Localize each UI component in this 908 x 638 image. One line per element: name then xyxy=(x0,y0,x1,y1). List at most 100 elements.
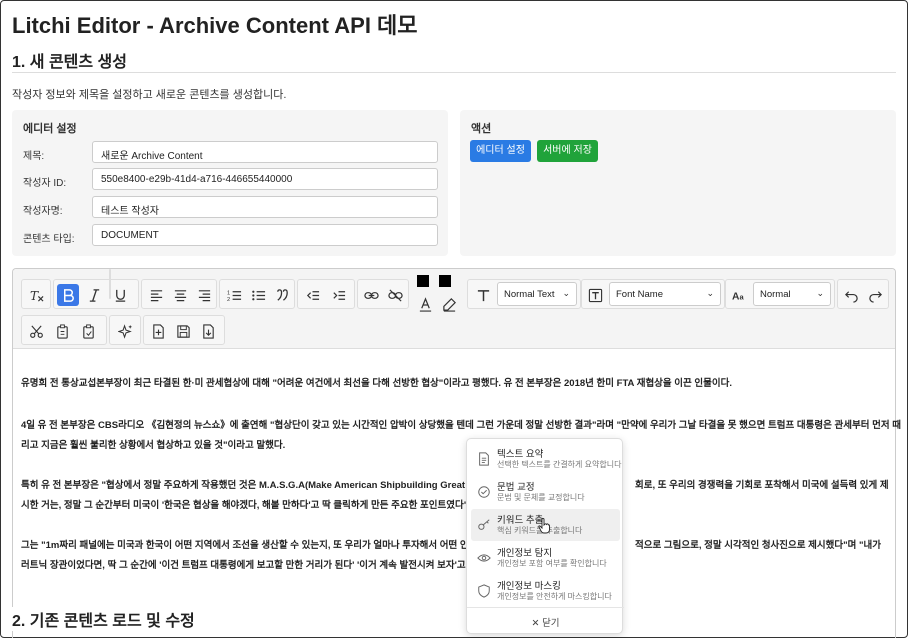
ai-group-box xyxy=(109,315,141,345)
svg-text:1: 1 xyxy=(227,290,230,296)
text-type-icon xyxy=(472,284,494,306)
svg-text:2: 2 xyxy=(227,297,230,303)
paragraph-3-line-1: 특히 유 전 본부장은 "협상에서 정말 주요하게 작용했던 것은 M.A.S.… xyxy=(21,480,466,491)
author-id-label: 작성자 ID: xyxy=(23,178,67,189)
sparkle-icon[interactable] xyxy=(114,320,136,342)
text-style-group xyxy=(53,279,139,309)
svg-text:T: T xyxy=(29,289,38,303)
paragraph-3-line-2: 시한 거는, 정말 그 순간부터 미국이 '한국은 협상을 해야겠다, 해볼 만… xyxy=(21,500,477,511)
align-left-icon[interactable] xyxy=(145,284,167,306)
align-center-icon[interactable] xyxy=(169,284,191,306)
editor-toolbar: T 1 2 Normal Text ⌄ Font Name ⌄ A a Norm… xyxy=(13,269,895,349)
quote-icon[interactable] xyxy=(271,284,293,306)
indent-group xyxy=(297,279,355,309)
title-input[interactable]: 새로운 Archive Content xyxy=(92,141,438,163)
bullet-list-icon[interactable] xyxy=(247,284,269,306)
menu-item-description: 개인정보를 안전하게 마스킹합니다 xyxy=(497,592,612,601)
menu-item-summarize[interactable]: 텍스트 요약 선택한 텍스트를 간결하게 요약합니다 xyxy=(471,443,622,475)
key-icon xyxy=(478,519,490,530)
document-icon xyxy=(479,452,489,466)
redo-icon[interactable] xyxy=(864,284,886,306)
chevron-down-icon: ⌄ xyxy=(706,288,714,298)
font-family-icon xyxy=(584,284,606,306)
section1-divider xyxy=(12,72,896,73)
highlight-color-swatch[interactable] xyxy=(439,275,451,287)
menu-item-description: 개인정보 포함 여부를 확인합니다 xyxy=(497,559,607,568)
menu-item-title: 문법 교정 xyxy=(497,482,535,493)
block-type-value: Normal Text xyxy=(504,289,555,300)
menu-item-pii-detect[interactable]: 개인정보 탐지 개인정보 포함 여부를 확인합니다 xyxy=(471,542,620,574)
menu-item-title: 키워드 추출 xyxy=(497,515,544,526)
ai-group xyxy=(109,269,111,299)
copy-icon[interactable] xyxy=(51,320,73,342)
align-right-icon[interactable] xyxy=(193,284,215,306)
content-type-label: 콘텐츠 타입: xyxy=(23,234,75,245)
chevron-down-icon: ⌄ xyxy=(816,288,824,298)
page-title: Litchi Editor - Archive Content API 데모 xyxy=(12,13,418,38)
content-type-input[interactable]: DOCUMENT xyxy=(92,224,438,246)
ordered-list-icon[interactable]: 12 xyxy=(223,284,245,306)
clear-formatting-icon[interactable]: T xyxy=(25,284,47,306)
menu-item-pii-mask[interactable]: 개인정보 마스킹 개인정보를 안전하게 마스킹합니다 xyxy=(471,575,620,607)
highlighter-icon[interactable] xyxy=(438,293,460,315)
menu-item-grammar[interactable]: 문법 교정 문법 및 문체를 교정합니다 xyxy=(471,476,620,508)
svg-text:a: a xyxy=(739,292,744,301)
file-group xyxy=(143,315,225,345)
editor-settings-panel: 에디터 설정 제목: 새로운 Archive Content 작성자 ID: 5… xyxy=(12,110,448,256)
block-type-select[interactable]: Normal Text ⌄ xyxy=(497,282,577,306)
paste-icon[interactable] xyxy=(77,320,99,342)
list-group: 12 xyxy=(219,279,295,309)
ai-context-menu: 텍스트 요약 선택한 텍스트를 간결하게 요약합니다 문법 교정 문법 및 문체… xyxy=(466,438,624,634)
font-name-select[interactable]: Font Name ⌄ xyxy=(609,282,721,306)
close-icon: ✕ xyxy=(531,618,540,629)
menu-item-description: 선택한 텍스트를 간결하게 요약합니다 xyxy=(497,460,622,469)
menu-close-button[interactable]: ✕ 닫기 xyxy=(467,615,624,629)
check-circle-icon xyxy=(478,486,490,498)
shield-icon xyxy=(478,584,490,598)
editor-settings-title: 에디터 설정 xyxy=(23,123,77,135)
text-color-swatch[interactable] xyxy=(417,275,429,287)
clipboard-group xyxy=(21,315,107,345)
save-icon[interactable] xyxy=(172,320,194,342)
paragraph-4-line-1: 그는 "1m짜리 패널에는 미국과 한국이 어떤 지역에서 조선을 생산할 수 … xyxy=(21,540,478,551)
clear-format-group: T xyxy=(21,279,51,309)
section1-title: 1. 새 콘텐츠 생성 xyxy=(12,54,127,71)
font-size-value: Normal xyxy=(760,289,791,300)
cut-icon[interactable] xyxy=(25,320,47,342)
section2-title: 2. 기존 콘텐츠 로드 및 수정 xyxy=(12,607,203,631)
font-color-icon[interactable] xyxy=(414,293,436,315)
undo-icon[interactable] xyxy=(840,284,862,306)
menu-item-title: 텍스트 요약 xyxy=(497,449,544,460)
font-name-value: Font Name xyxy=(616,289,663,300)
new-file-icon[interactable] xyxy=(147,320,169,342)
menu-divider xyxy=(467,607,624,608)
actions-title: 액션 xyxy=(471,123,492,135)
editor-settings-button[interactable]: 에디터 설정 xyxy=(470,140,531,162)
author-id-input[interactable]: 550e8400-e29b-41d4-a716-446655440000 xyxy=(92,168,438,190)
link-icon[interactable] xyxy=(360,284,382,306)
indent-icon[interactable] xyxy=(327,284,349,306)
download-icon[interactable] xyxy=(197,320,219,342)
bold-icon[interactable] xyxy=(57,284,79,306)
font-size-select[interactable]: Normal ⌄ xyxy=(753,282,831,306)
paragraph-4-line-1-tail: 적으로 그림으로, 정말 시각적인 청사진으로 제시했다"며 "내가 xyxy=(635,540,881,551)
save-to-server-button[interactable]: 서버에 저장 xyxy=(537,140,598,162)
eye-icon xyxy=(477,554,491,562)
menu-item-title: 개인정보 마스킹 xyxy=(497,581,561,592)
rich-text-editor: T 1 2 Normal Text ⌄ Font Name ⌄ A a Norm… xyxy=(12,268,901,638)
paragraph-4-line-2: 러트닉 장관이었다면, 딱 그 순간에 '이건 트럼프 대통령에게 보고할 만한… xyxy=(21,560,477,571)
section1-description: 작성자 정보와 제목을 설정하고 새로운 콘텐츠를 생성합니다. xyxy=(12,89,287,101)
hand-cursor-icon xyxy=(538,518,550,534)
italic-icon[interactable] xyxy=(83,284,105,306)
author-name-input[interactable]: 테스트 작성자 xyxy=(92,196,438,218)
history-group xyxy=(837,279,889,309)
author-name-label: 작성자명: xyxy=(23,206,63,217)
unlink-icon[interactable] xyxy=(384,284,406,306)
underline-icon[interactable] xyxy=(109,284,131,306)
outdent-icon[interactable] xyxy=(301,284,323,306)
menu-item-description: 문법 및 문체를 교정합니다 xyxy=(497,493,585,502)
close-label: 닫기 xyxy=(542,618,560,629)
link-group xyxy=(357,279,409,309)
align-group xyxy=(141,279,217,309)
title-label: 제목: xyxy=(23,151,45,162)
